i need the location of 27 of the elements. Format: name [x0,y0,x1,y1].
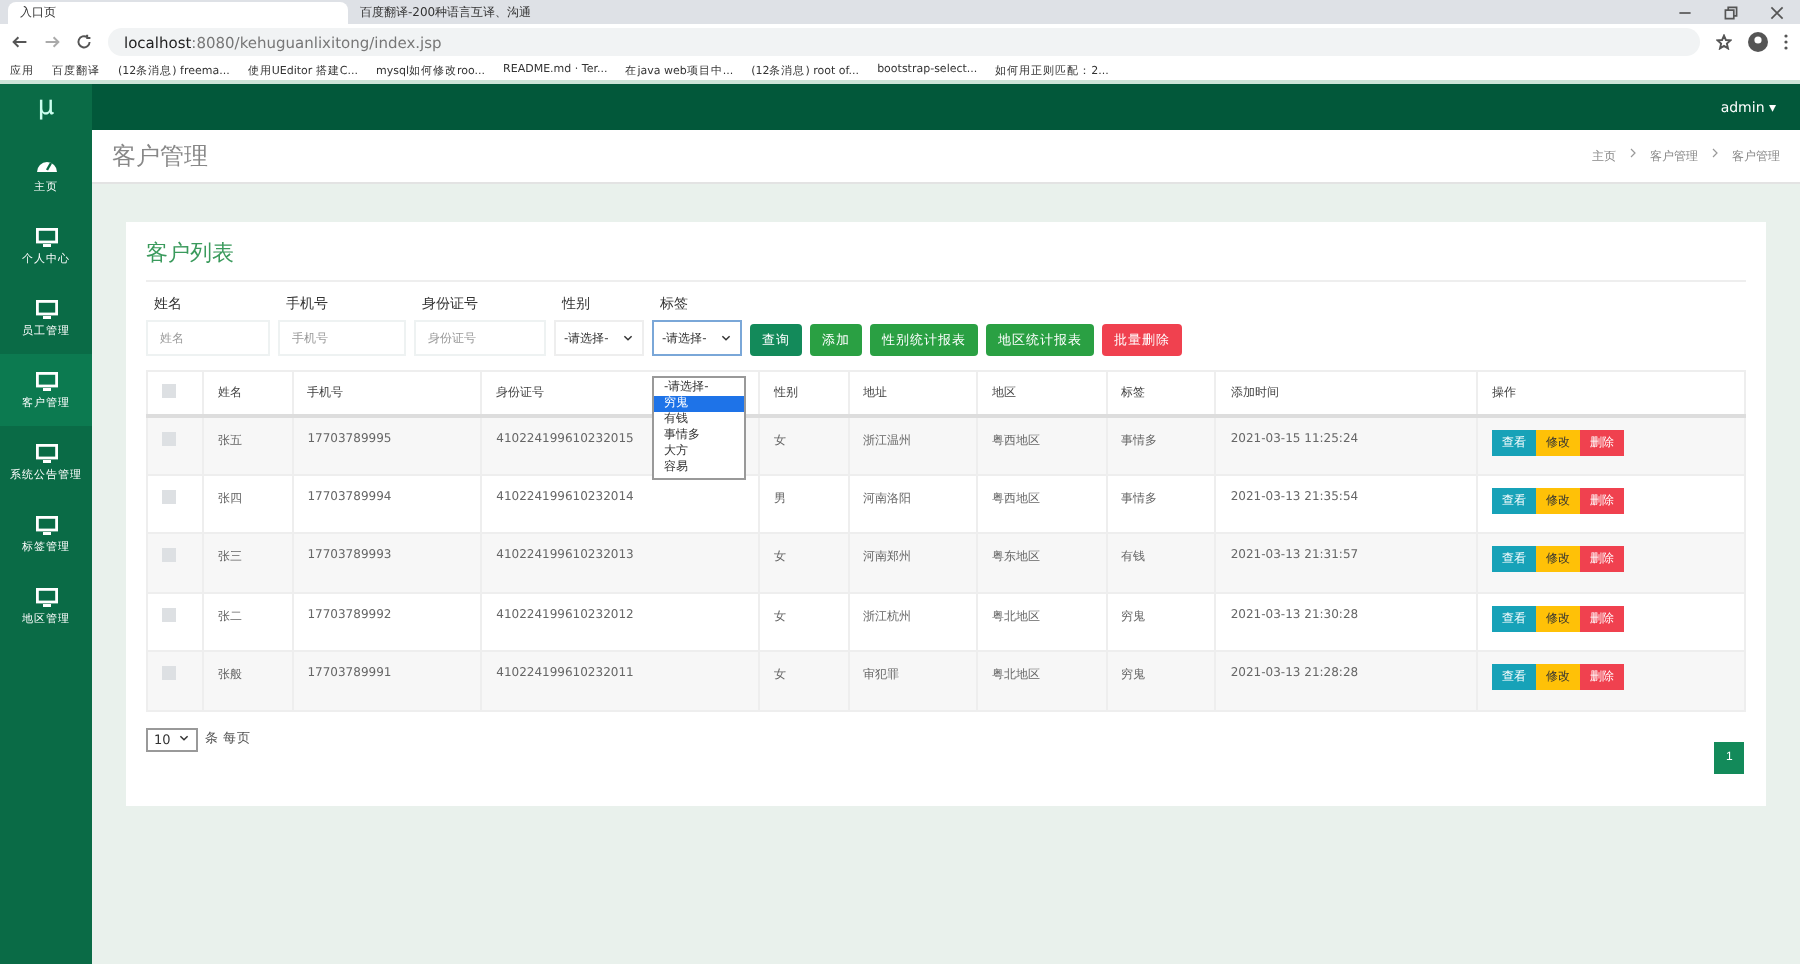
row-checkbox[interactable] [162,489,176,503]
monitor-icon [35,443,57,463]
restore-icon[interactable] [1724,5,1738,19]
monitor-icon [35,515,57,535]
star-icon[interactable] [1716,34,1732,50]
monitor-icon [35,371,57,391]
chevron-right-icon [1628,147,1638,157]
select-all-checkbox[interactable] [162,383,176,398]
profile-icon[interactable] [1748,32,1768,52]
chevron-right-icon [1710,147,1720,157]
row-checkbox[interactable] [162,666,176,680]
chevron-down-icon [622,332,634,344]
monitor-icon [35,227,57,247]
forward-icon[interactable] [44,34,60,50]
back-icon[interactable] [12,34,28,50]
reload-icon[interactable] [76,34,92,50]
card-title: 客户列表 [146,238,1746,282]
logo: μ [0,84,92,130]
chevron-down-icon [178,731,191,743]
chevron-down-icon [720,332,732,344]
row-checkbox[interactable] [162,548,176,562]
monitor-icon [35,299,57,319]
monitor-icon [35,587,57,607]
close-icon[interactable] [1770,5,1784,19]
page-title: 客户管理 [112,139,208,173]
row-checkbox[interactable] [162,431,176,445]
row-checkbox[interactable] [162,607,176,621]
